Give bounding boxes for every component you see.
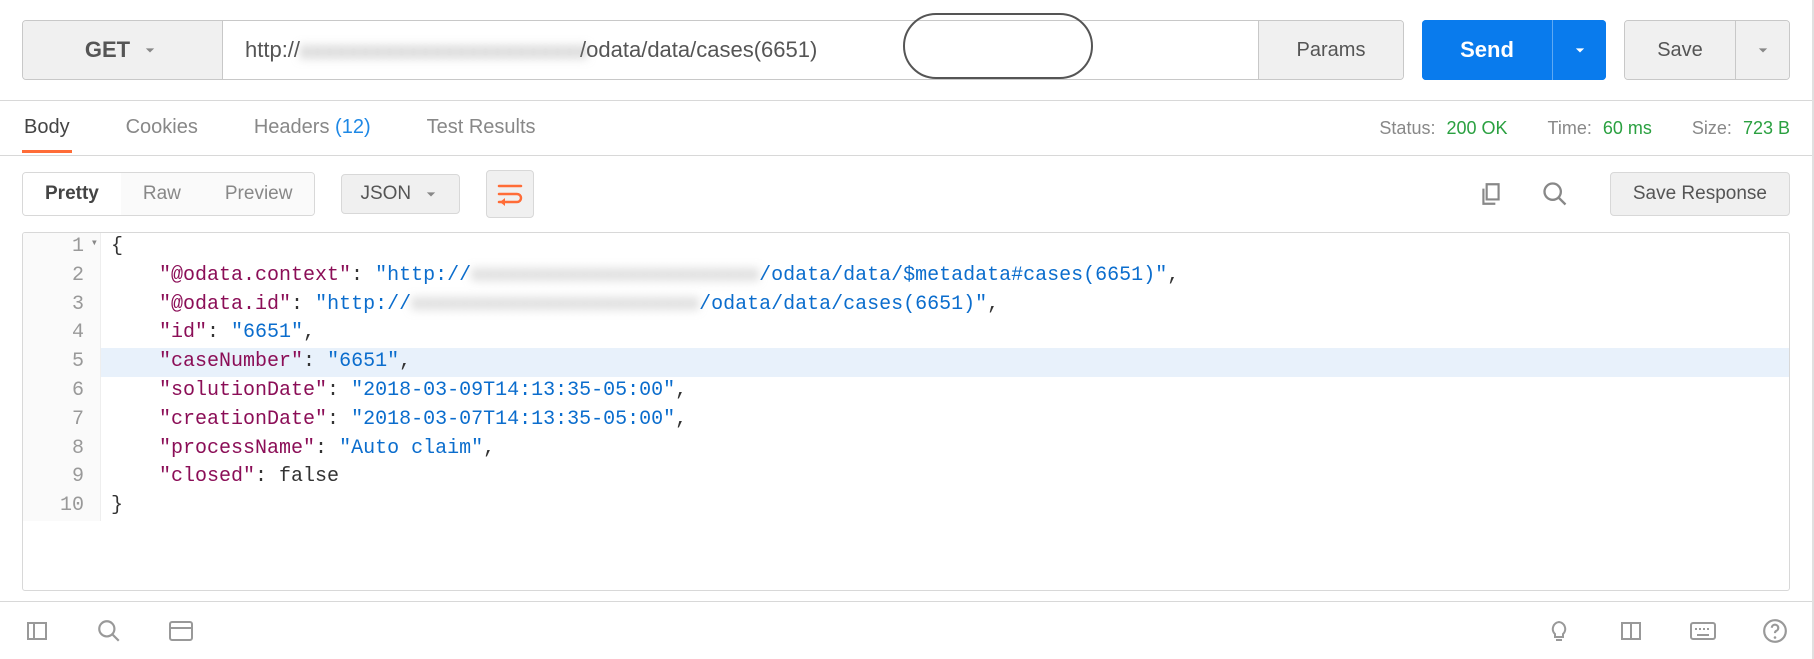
save-response-button[interactable]: Save Response bbox=[1610, 172, 1790, 216]
url-redacted: xxxxxxxxxxxxxxxxxxxxxxxx bbox=[300, 38, 580, 62]
wrap-icon bbox=[496, 182, 524, 206]
line-number: 8 bbox=[23, 435, 101, 464]
tab-body[interactable]: Body bbox=[22, 103, 72, 153]
size-value: 723 B bbox=[1743, 118, 1790, 138]
code-content: "creationDate": "2018-03-07T14:13:35-05:… bbox=[101, 406, 687, 435]
line-number: 2 bbox=[23, 262, 101, 291]
send-button[interactable]: Send bbox=[1422, 20, 1552, 80]
copy-button[interactable] bbox=[1472, 175, 1510, 213]
code-content: "@odata.context": "http://xxxxxxxxxxxxxx… bbox=[101, 262, 1179, 291]
code-line[interactable]: 9 "closed": false bbox=[23, 463, 1789, 492]
search-icon bbox=[1541, 180, 1569, 208]
response-status-bar: Status: 200 OK Time: 60 ms Size: 723 B bbox=[1379, 118, 1790, 139]
code-content: { bbox=[101, 233, 123, 262]
line-number: 5 bbox=[23, 348, 101, 377]
code-content: "closed": false bbox=[101, 463, 339, 492]
status-group: Status: 200 OK bbox=[1379, 118, 1507, 139]
code-content: } bbox=[101, 492, 123, 521]
wrap-lines-button[interactable] bbox=[486, 170, 534, 218]
time-group: Time: 60 ms bbox=[1548, 118, 1652, 139]
view-tab-pretty[interactable]: Pretty bbox=[23, 173, 121, 215]
size-group: Size: 723 B bbox=[1692, 118, 1790, 139]
url-tail: /odata/data/cases(6651) bbox=[580, 37, 817, 63]
request-bar: GET http://xxxxxxxxxxxxxxxxxxxxxxxx/odat… bbox=[0, 0, 1812, 100]
line-number: 9 bbox=[23, 463, 101, 492]
code-content: "solutionDate": "2018-03-09T14:13:35-05:… bbox=[101, 377, 687, 406]
status-label: Status: bbox=[1379, 118, 1435, 138]
tab-headers-count: (12) bbox=[335, 116, 371, 138]
code-line[interactable]: 5 "caseNumber": "6651", bbox=[23, 348, 1789, 377]
code-line[interactable]: 6 "solutionDate": "2018-03-09T14:13:35-0… bbox=[23, 377, 1789, 406]
find-button[interactable] bbox=[90, 612, 128, 650]
two-pane-icon bbox=[1619, 619, 1643, 643]
bootcamp-button[interactable] bbox=[1540, 612, 1578, 650]
help-icon bbox=[1762, 618, 1788, 644]
view-mode-tabs: Pretty Raw Preview bbox=[22, 172, 315, 216]
chevron-down-icon bbox=[1753, 40, 1773, 60]
view-tab-preview[interactable]: Preview bbox=[203, 173, 315, 215]
response-body[interactable]: 1▾{2 "@odata.context": "http://xxxxxxxxx… bbox=[22, 232, 1790, 591]
sidebar-toggle-button[interactable] bbox=[18, 612, 56, 650]
line-number: 3 bbox=[23, 291, 101, 320]
keyboard-shortcuts-button[interactable] bbox=[1684, 612, 1722, 650]
view-tab-raw[interactable]: Raw bbox=[121, 173, 203, 215]
code-line[interactable]: 2 "@odata.context": "http://xxxxxxxxxxxx… bbox=[23, 262, 1789, 291]
code-line[interactable]: 8 "processName": "Auto claim", bbox=[23, 435, 1789, 464]
sidebar-icon bbox=[25, 619, 49, 643]
search-icon bbox=[96, 618, 122, 644]
chevron-down-icon bbox=[140, 40, 160, 60]
line-number: 7 bbox=[23, 406, 101, 435]
send-button-group: Send bbox=[1422, 20, 1606, 80]
line-number: 10 bbox=[23, 492, 101, 521]
chevron-down-icon bbox=[1570, 40, 1590, 60]
console-icon bbox=[168, 620, 194, 642]
request-input-group: GET http://xxxxxxxxxxxxxxxxxxxxxxxx/odat… bbox=[22, 20, 1404, 80]
tab-headers[interactable]: Headers (12) bbox=[252, 103, 373, 153]
copy-icon bbox=[1478, 181, 1504, 207]
two-pane-button[interactable] bbox=[1612, 612, 1650, 650]
tab-headers-label: Headers bbox=[254, 116, 330, 138]
url-prefix: http:// bbox=[245, 37, 300, 63]
console-button[interactable] bbox=[162, 612, 200, 650]
line-number: 6 bbox=[23, 377, 101, 406]
save-button-group: Save bbox=[1624, 20, 1790, 80]
code-content: "id": "6651", bbox=[101, 319, 315, 348]
code-content: "caseNumber": "6651", bbox=[101, 348, 411, 377]
code-content: "processName": "Auto claim", bbox=[101, 435, 495, 464]
time-value: 60 ms bbox=[1603, 118, 1652, 138]
help-button[interactable] bbox=[1756, 612, 1794, 650]
save-button[interactable]: Save bbox=[1625, 21, 1735, 79]
url-input[interactable]: http://xxxxxxxxxxxxxxxxxxxxxxxx/odata/da… bbox=[223, 21, 1258, 79]
tab-test-results[interactable]: Test Results bbox=[425, 103, 538, 153]
line-number: 1▾ bbox=[23, 233, 101, 262]
line-number: 4 bbox=[23, 319, 101, 348]
params-button[interactable]: Params bbox=[1258, 21, 1403, 79]
lightbulb-icon bbox=[1547, 619, 1571, 643]
footer-bar bbox=[0, 601, 1812, 659]
size-label: Size: bbox=[1692, 118, 1732, 138]
format-dropdown[interactable]: JSON bbox=[341, 174, 460, 214]
keyboard-icon bbox=[1689, 621, 1717, 641]
send-dropdown-toggle[interactable] bbox=[1552, 20, 1606, 80]
body-toolbar: Pretty Raw Preview JSON Save Response bbox=[0, 156, 1812, 232]
format-label: JSON bbox=[360, 183, 411, 205]
chevron-down-icon bbox=[421, 184, 441, 204]
status-value: 200 OK bbox=[1446, 118, 1507, 138]
response-tabs: Body Cookies Headers (12) Test Results S… bbox=[0, 100, 1812, 156]
search-button[interactable] bbox=[1536, 175, 1574, 213]
fold-toggle-icon[interactable]: ▾ bbox=[91, 235, 98, 252]
code-line[interactable]: 7 "creationDate": "2018-03-07T14:13:35-0… bbox=[23, 406, 1789, 435]
code-line[interactable]: 10} bbox=[23, 492, 1789, 521]
http-method-dropdown[interactable]: GET bbox=[23, 21, 223, 79]
code-line[interactable]: 4 "id": "6651", bbox=[23, 319, 1789, 348]
http-method-label: GET bbox=[85, 37, 130, 63]
time-label: Time: bbox=[1548, 118, 1592, 138]
tab-cookies[interactable]: Cookies bbox=[124, 103, 200, 153]
code-content: "@odata.id": "http://xxxxxxxxxxxxxxxxxxx… bbox=[101, 291, 999, 320]
code-line[interactable]: 3 "@odata.id": "http://xxxxxxxxxxxxxxxxx… bbox=[23, 291, 1789, 320]
code-line[interactable]: 1▾{ bbox=[23, 233, 1789, 262]
save-dropdown-toggle[interactable] bbox=[1735, 21, 1789, 79]
annotation-circle bbox=[903, 13, 1093, 79]
